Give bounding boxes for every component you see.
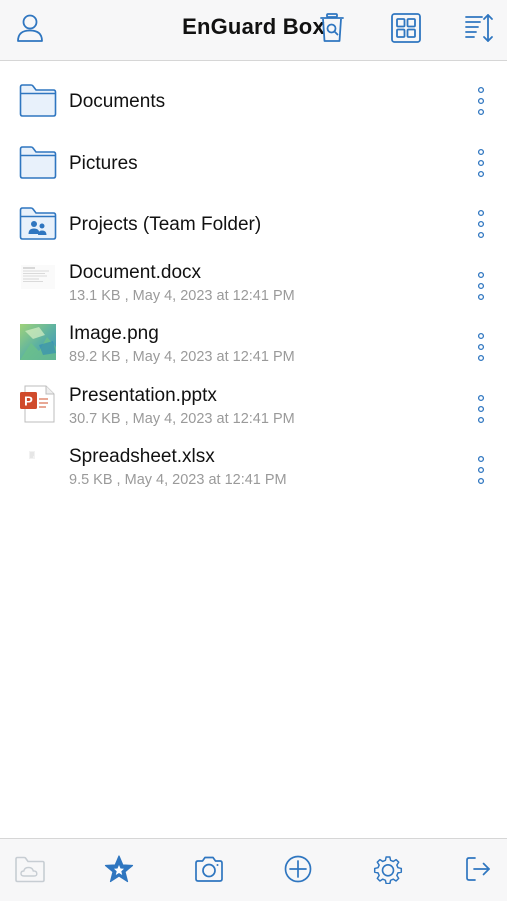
spreadsheet-thumbnail (29, 451, 35, 459)
account-button[interactable] (12, 10, 48, 46)
item-meta: 30.7 KB , May 4, 2023 at 12:41 PM (69, 410, 295, 427)
item-name: Pictures (69, 152, 138, 174)
more-options-button[interactable] (470, 450, 492, 490)
tab-add[interactable] (281, 852, 315, 886)
list-item[interactable]: Image.png 89.2 KB , May 4, 2023 at 12:41… (0, 307, 507, 369)
list-item[interactable]: Spreadsheet.xlsx 9.5 KB , May 4, 2023 at… (0, 430, 507, 492)
navigation-bar: EnGuard Box (0, 0, 507, 61)
more-options-button[interactable] (470, 266, 492, 306)
sort-icon (465, 14, 493, 42)
list-item[interactable]: Document.docx 13.1 KB , May 4, 2023 at 1… (0, 246, 507, 308)
item-meta: 89.2 KB , May 4, 2023 at 12:41 PM (69, 349, 295, 365)
folder-icon (19, 84, 57, 117)
trash-search-icon (320, 13, 344, 42)
logout-icon (466, 857, 490, 881)
more-vertical-icon (477, 148, 485, 177)
svg-text:P: P (24, 393, 33, 408)
list-item[interactable]: Pictures (0, 123, 507, 185)
camera-icon (195, 856, 223, 882)
add-circle-icon (284, 855, 312, 883)
folder-icon (19, 145, 57, 179)
more-vertical-icon (477, 394, 485, 423)
document-thumbnail (21, 264, 55, 289)
tab-logout[interactable] (461, 852, 495, 886)
tab-bar (0, 838, 507, 901)
cloud-folder-icon (15, 856, 45, 883)
list-item[interactable]: Projects (Team Folder) (0, 184, 507, 246)
tab-favorites[interactable] (102, 852, 136, 886)
item-name: Document.docx (69, 261, 202, 283)
grid-view-icon (391, 13, 421, 43)
more-options-button[interactable] (470, 327, 492, 367)
tab-settings[interactable] (371, 852, 405, 886)
item-name: Projects (Team Folder) (69, 214, 262, 235)
more-vertical-icon (477, 209, 485, 239)
item-name: Spreadsheet.xlsx (69, 446, 215, 467)
item-name: Documents (69, 91, 166, 112)
item-name: Image.png (69, 323, 159, 344)
tab-cloud-folder[interactable] (13, 852, 47, 886)
sort-button[interactable] (461, 10, 497, 46)
tab-camera[interactable] (192, 852, 226, 886)
team-folder-icon (19, 207, 57, 240)
more-vertical-icon (477, 86, 485, 116)
more-options-button[interactable] (470, 81, 492, 121)
powerpoint-icon: P (20, 385, 55, 422)
list-item[interactable]: Documents (0, 61, 507, 123)
list-item[interactable]: P Presentation.pptx 30.7 KB , May 4, 202… (0, 369, 507, 431)
more-vertical-icon (477, 271, 485, 300)
grid-view-button[interactable] (388, 10, 424, 46)
item-name: Presentation.pptx (69, 384, 217, 406)
item-meta: 13.1 KB , May 4, 2023 at 12:41 PM (69, 287, 295, 304)
page-title: EnGuard Box (182, 14, 325, 39)
image-thumbnail (20, 324, 56, 360)
account-icon (17, 14, 43, 42)
item-meta: 9.5 KB , May 4, 2023 at 12:41 PM (69, 472, 287, 488)
more-vertical-icon (477, 332, 485, 362)
trash-button[interactable] (314, 10, 350, 46)
more-vertical-icon (477, 455, 485, 485)
file-list: Documents Pictures Projects (Team Folder… (0, 61, 507, 492)
more-options-button[interactable] (470, 389, 492, 429)
star-icon (104, 855, 134, 883)
gear-icon (373, 856, 403, 884)
more-options-button[interactable] (470, 204, 492, 244)
more-options-button[interactable] (470, 143, 492, 183)
